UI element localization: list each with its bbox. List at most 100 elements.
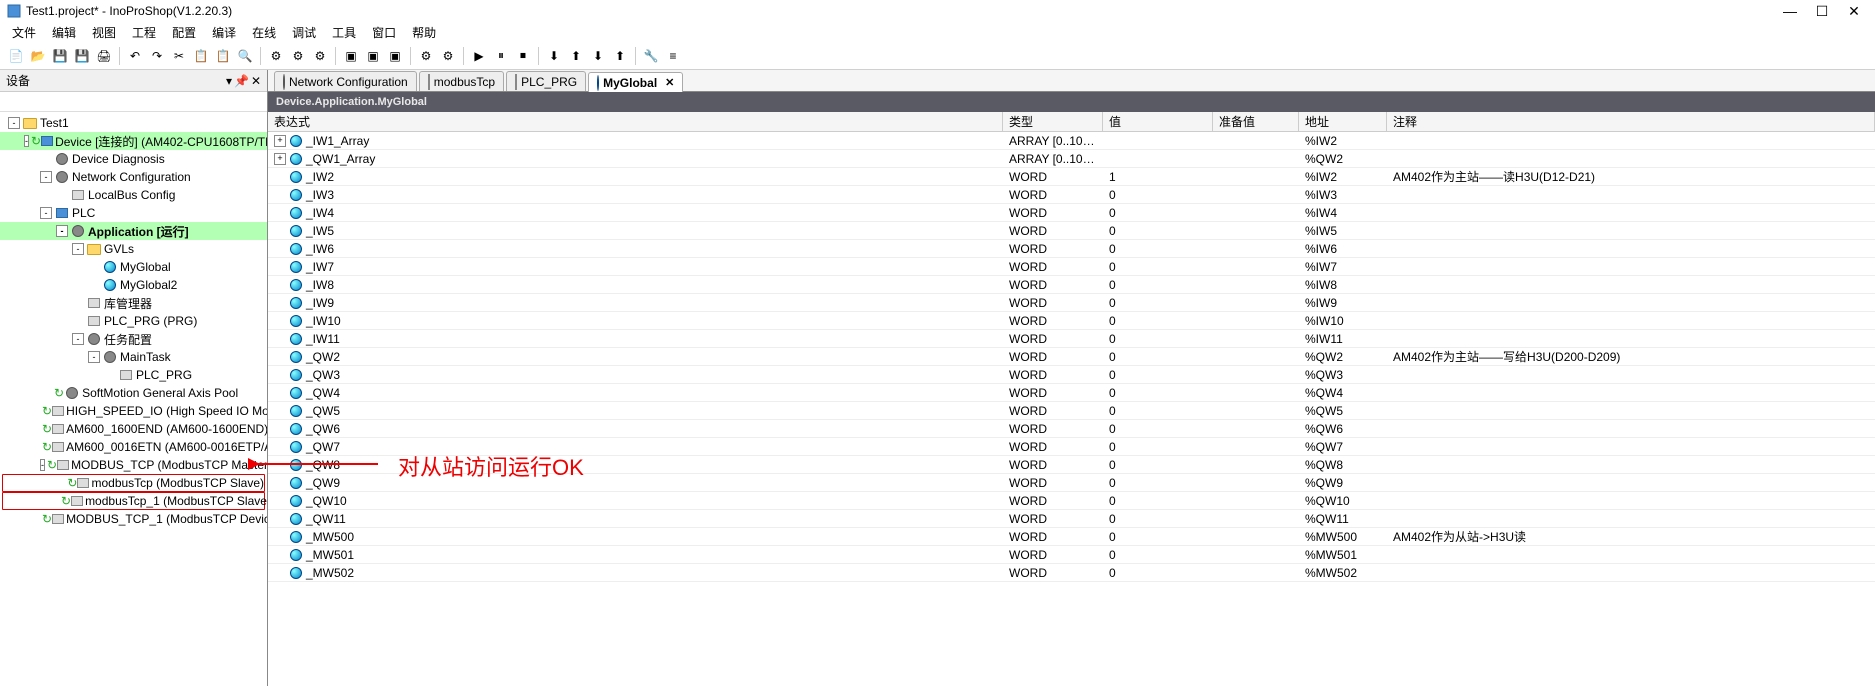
toolbar-button[interactable]: ⚙	[266, 46, 286, 66]
grid-row[interactable]: _QW10WORD0%QW10	[268, 492, 1875, 510]
toolbar-button[interactable]: ⏹	[513, 46, 533, 66]
grid-row[interactable]: _IW5WORD0%IW5	[268, 222, 1875, 240]
toolbar-button[interactable]: 💾	[50, 46, 70, 66]
editor-tab[interactable]: Network Configuration	[274, 71, 417, 91]
tree-node[interactable]: -PLC	[0, 204, 267, 222]
toolbar-button[interactable]: 🔧	[641, 46, 661, 66]
tree-node[interactable]: MyGlobal2	[0, 276, 267, 294]
grid-row[interactable]: _IW6WORD0%IW6	[268, 240, 1875, 258]
toolbar-button[interactable]: 📋	[191, 46, 211, 66]
tree-node[interactable]: -Network Configuration	[0, 168, 267, 186]
grid-row[interactable]: _MW500WORD0%MW500AM402作为从站->H3U读	[268, 528, 1875, 546]
toolbar-button[interactable]: 🔍	[235, 46, 255, 66]
grid-row[interactable]: _QW5WORD0%QW5	[268, 402, 1875, 420]
grid-column-header[interactable]: 注释	[1387, 112, 1875, 131]
tree-node[interactable]: -任务配置	[0, 330, 267, 348]
tree-expander-icon[interactable]: -	[8, 117, 20, 129]
device-tree[interactable]: -Test1-↻Device [连接的] (AM402-CPU1608TP/TN…	[0, 112, 267, 686]
menu-item[interactable]: 配置	[166, 22, 202, 43]
menu-item[interactable]: 编译	[206, 22, 242, 43]
close-button[interactable]: ✕	[1847, 4, 1861, 18]
tree-node[interactable]: -Test1	[0, 114, 267, 132]
tree-expander-icon[interactable]: -	[88, 351, 100, 363]
close-panel-icon[interactable]: ✕	[251, 74, 261, 88]
grid-row[interactable]: _IW9WORD0%IW9	[268, 294, 1875, 312]
grid-row[interactable]: +_QW1_ArrayARRAY [0..10] OF ...%QW2	[268, 150, 1875, 168]
grid-row[interactable]: _QW4WORD0%QW4	[268, 384, 1875, 402]
toolbar-button[interactable]: ⬇	[544, 46, 564, 66]
toolbar-button[interactable]: ↶	[125, 46, 145, 66]
grid-row[interactable]: _IW10WORD0%IW10	[268, 312, 1875, 330]
tree-node[interactable]: ↻HIGH_SPEED_IO (High Speed IO Module)	[0, 402, 267, 420]
editor-tab[interactable]: MyGlobal✕	[588, 72, 683, 92]
tree-node[interactable]: -MainTask	[0, 348, 267, 366]
toolbar-button[interactable]: ▶	[469, 46, 489, 66]
grid-row[interactable]: _IW8WORD0%IW8	[268, 276, 1875, 294]
toolbar-button[interactable]: ⚙	[288, 46, 308, 66]
menu-item[interactable]: 工程	[126, 22, 162, 43]
menu-item[interactable]: 文件	[6, 22, 42, 43]
grid-column-header[interactable]: 类型	[1003, 112, 1103, 131]
tree-expander-icon[interactable]: -	[24, 135, 29, 147]
toolbar-button[interactable]: 📋	[213, 46, 233, 66]
tree-expander-icon[interactable]: -	[72, 243, 84, 255]
toolbar-button[interactable]: ≡	[663, 46, 683, 66]
tree-node[interactable]: ↻AM600_1600END (AM600-1600END)	[0, 420, 267, 438]
toolbar-button[interactable]: ⬇	[588, 46, 608, 66]
grid-column-header[interactable]: 表达式	[268, 112, 1003, 131]
toolbar-button[interactable]: 📄	[6, 46, 26, 66]
grid-row[interactable]: _QW11WORD0%QW11	[268, 510, 1875, 528]
menu-item[interactable]: 视图	[86, 22, 122, 43]
grid-column-header[interactable]: 地址	[1299, 112, 1387, 131]
toolbar-button[interactable]: ⚙	[416, 46, 436, 66]
grid-row[interactable]: _QW6WORD0%QW6	[268, 420, 1875, 438]
menu-item[interactable]: 调试	[286, 22, 322, 43]
toolbar-button[interactable]: 💾	[72, 46, 92, 66]
grid-row[interactable]: _IW4WORD0%IW4	[268, 204, 1875, 222]
toolbar-button[interactable]: ⚙	[310, 46, 330, 66]
grid-row[interactable]: _IW2WORD1%IW2AM402作为主站——读H3U(D12-D21)	[268, 168, 1875, 186]
grid-row[interactable]: _QW2WORD0%QW2AM402作为主站——写给H3U(D200-D209)	[268, 348, 1875, 366]
toolbar-button[interactable]: ✂	[169, 46, 189, 66]
editor-tab[interactable]: modbusTcp	[419, 71, 504, 91]
toolbar-button[interactable]: ▣	[363, 46, 383, 66]
tree-node[interactable]: ↻MODBUS_TCP_1 (ModbusTCP Device)	[0, 510, 267, 528]
toolbar-button[interactable]: ▣	[385, 46, 405, 66]
tree-node[interactable]: ↻modbusTcp (ModbusTCP Slave)	[2, 474, 265, 492]
menu-item[interactable]: 编辑	[46, 22, 82, 43]
grid-row[interactable]: +_IW1_ArrayARRAY [0..10] OF ...%IW2	[268, 132, 1875, 150]
grid-row[interactable]: _IW11WORD0%IW11	[268, 330, 1875, 348]
toolbar-button[interactable]: ⏸	[491, 46, 511, 66]
grid-row[interactable]: _QW7WORD0%QW7	[268, 438, 1875, 456]
tree-expander-icon[interactable]: -	[72, 333, 84, 345]
tree-node[interactable]: MyGlobal	[0, 258, 267, 276]
tree-node[interactable]: -Application [运行]	[0, 222, 267, 240]
tree-expander-icon[interactable]: -	[40, 171, 52, 183]
tree-node[interactable]: -↻Device [连接的] (AM402-CPU1608TP/TN)	[0, 132, 267, 150]
tree-node[interactable]: ↻modbusTcp_1 (ModbusTCP Slave)	[2, 492, 265, 510]
row-expander-icon[interactable]: +	[274, 135, 286, 147]
tree-node[interactable]: -GVLs	[0, 240, 267, 258]
grid-column-header[interactable]: 准备值	[1213, 112, 1299, 131]
grid-row[interactable]: _IW3WORD0%IW3	[268, 186, 1875, 204]
grid-row[interactable]: _QW8WORD0%QW8	[268, 456, 1875, 474]
menu-item[interactable]: 工具	[326, 22, 362, 43]
maximize-button[interactable]: ☐	[1815, 4, 1829, 18]
pin-icon[interactable]: 📌	[234, 74, 249, 88]
grid-column-header[interactable]: 值	[1103, 112, 1213, 131]
toolbar-button[interactable]: 🖨	[94, 46, 114, 66]
toolbar-button[interactable]: ▣	[341, 46, 361, 66]
editor-tab[interactable]: PLC_PRG	[506, 71, 586, 91]
grid-row[interactable]: _QW9WORD0%QW9	[268, 474, 1875, 492]
grid-row[interactable]: _MW501WORD0%MW501	[268, 546, 1875, 564]
tree-node[interactable]: PLC_PRG	[0, 366, 267, 384]
minimize-button[interactable]: —	[1783, 4, 1797, 18]
toolbar-button[interactable]: ⬆	[610, 46, 630, 66]
grid-row[interactable]: _QW3WORD0%QW3	[268, 366, 1875, 384]
tree-node[interactable]: 库管理器	[0, 294, 267, 312]
tree-node[interactable]: Device Diagnosis	[0, 150, 267, 168]
variable-grid[interactable]: 表达式类型值准备值地址注释 +_IW1_ArrayARRAY [0..10] O…	[268, 112, 1875, 686]
toolbar-button[interactable]: ⚙	[438, 46, 458, 66]
menu-item[interactable]: 在线	[246, 22, 282, 43]
menu-item[interactable]: 帮助	[406, 22, 442, 43]
